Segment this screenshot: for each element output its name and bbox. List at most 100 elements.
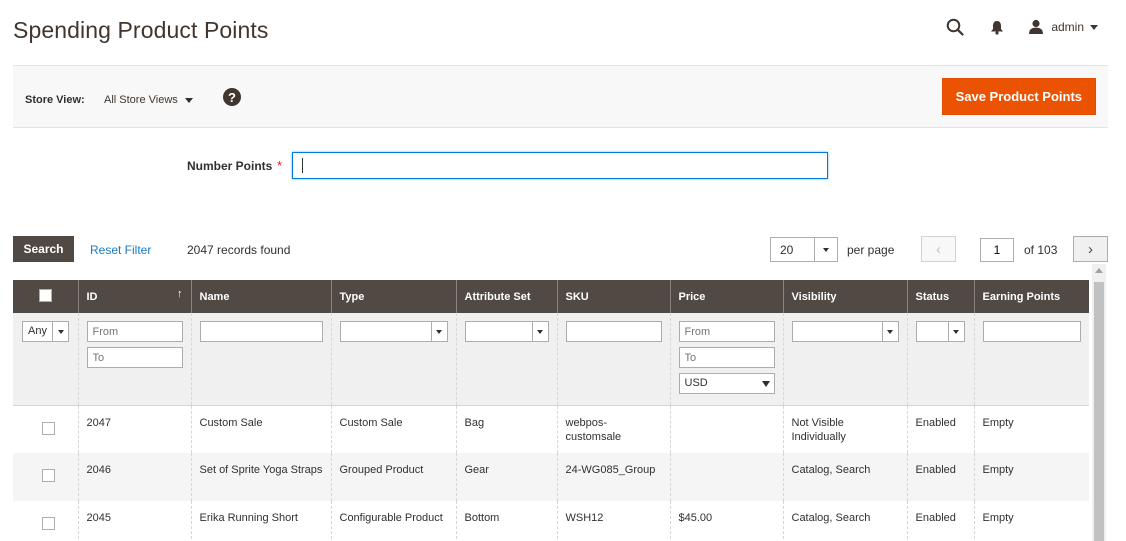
number-points-input[interactable] [292, 152, 828, 179]
next-page-button[interactable]: › [1073, 236, 1108, 262]
filter-visibility-cell [783, 313, 908, 406]
chevron-down-icon [814, 238, 837, 261]
per-page-value: 20 [780, 242, 794, 257]
cell-status: Enabled [907, 501, 975, 541]
bell-icon[interactable] [990, 20, 1004, 35]
filter-type-select[interactable] [339, 321, 448, 342]
cell-status: Enabled [907, 405, 975, 453]
cell-visibility: Not Visible Individually [783, 405, 908, 453]
filter-price-from[interactable] [678, 321, 775, 342]
save-product-points-button[interactable]: Save Product Points [941, 78, 1096, 115]
cell-id: 2046 [78, 453, 192, 501]
filter-name-input[interactable] [199, 321, 323, 342]
column-header-sku[interactable]: SKU [557, 280, 671, 313]
filter-type-cell [331, 313, 457, 406]
table-row[interactable]: 2046 Set of Sprite Yoga Straps Grouped P… [13, 453, 1089, 501]
cell-earning-points: Empty [974, 501, 1089, 541]
chevron-down-icon [881, 322, 898, 341]
select-all-header [13, 280, 79, 313]
page-title: Spending Product Points [13, 17, 269, 43]
filter-attribute-set-cell [456, 313, 558, 406]
filter-price-to[interactable] [678, 347, 775, 368]
row-checkbox[interactable] [42, 469, 55, 482]
user-icon [1028, 19, 1044, 35]
table-row[interactable]: 2045 Erika Running Short Configurable Pr… [13, 501, 1089, 541]
store-view-switcher[interactable]: All Store Views [104, 94, 193, 106]
cell-type: Custom Sale [331, 405, 457, 453]
row-select-cell [13, 501, 79, 541]
cell-visibility: Catalog, Search [783, 501, 908, 541]
cell-price [670, 405, 784, 453]
filter-sku-cell [557, 313, 671, 406]
cell-sku: webpos-customsale [557, 405, 671, 453]
filter-id-cell [78, 313, 192, 406]
cell-earning-points: Empty [974, 405, 1089, 453]
column-header-earning-points[interactable]: Earning Points [974, 280, 1089, 313]
search-icon[interactable] [946, 18, 964, 36]
help-icon[interactable]: ? [223, 88, 241, 106]
chevron-down-icon [430, 322, 447, 341]
column-header-status[interactable]: Status [907, 280, 975, 313]
filter-any-value: Any [28, 325, 47, 337]
admin-menu[interactable]: admin [1028, 19, 1098, 35]
filter-currency-value: USD [684, 377, 708, 389]
reset-filter-link[interactable]: Reset Filter [90, 243, 151, 257]
per-page-select[interactable]: 20 [770, 237, 838, 262]
grid-filter-row: Any From To From To USD [13, 313, 1089, 406]
column-header-id[interactable]: ID ↑ [78, 280, 192, 313]
number-points-label: Number Points [187, 159, 273, 173]
filter-status-select[interactable] [915, 321, 965, 342]
chevron-down-icon [531, 322, 548, 341]
filter-visibility-select[interactable] [791, 321, 899, 342]
filter-price-cell: USD [670, 313, 784, 406]
scroll-up-icon[interactable] [1095, 268, 1103, 273]
column-header-attribute-set[interactable]: Attribute Set [456, 280, 558, 313]
filter-earning-points-cell [974, 313, 1089, 406]
row-checkbox[interactable] [42, 421, 55, 435]
cell-visibility: Catalog, Search [783, 453, 908, 501]
select-all-checkbox[interactable] [39, 288, 52, 302]
store-view-label: Store View: [25, 94, 85, 106]
page-actions-bar: Store View: All Store Views ? Save Produ… [13, 65, 1108, 128]
filter-sku-input[interactable] [565, 321, 662, 342]
column-header-visibility[interactable]: Visibility [783, 280, 908, 313]
filter-earning-points-input[interactable] [982, 321, 1081, 342]
store-view-value: All Store Views [104, 94, 178, 106]
row-select-cell [13, 405, 79, 453]
cell-type: Grouped Product [331, 453, 457, 501]
filter-id-from[interactable] [86, 321, 183, 342]
search-button[interactable]: Search [13, 236, 74, 262]
cell-id: 2045 [78, 501, 192, 541]
column-header-type[interactable]: Type [331, 280, 457, 313]
cell-name: Set of Sprite Yoga Straps [191, 453, 332, 501]
row-checkbox[interactable] [42, 517, 55, 530]
cell-status: Enabled [907, 453, 975, 501]
cell-sku: WSH12 [557, 501, 671, 541]
admin-username: admin [1051, 20, 1084, 34]
filter-attribute-set-select[interactable] [464, 321, 549, 342]
sort-ascending-icon: ↑ [177, 288, 183, 300]
cell-attribute-set: Gear [456, 453, 558, 501]
scroll-thumb[interactable] [1094, 282, 1104, 541]
chevron-down-icon [757, 374, 774, 393]
chevron-down-icon [184, 97, 193, 103]
previous-page-button[interactable]: ‹ [921, 236, 956, 262]
records-found: 2047 records found [187, 243, 291, 257]
per-page-label: per page [847, 243, 895, 257]
filter-any-select[interactable]: Any [22, 321, 69, 342]
chevron-down-icon [52, 322, 68, 341]
grid-scrollbar[interactable] [1092, 264, 1106, 541]
column-header-price[interactable]: Price [670, 280, 784, 313]
chevron-down-icon [1090, 24, 1098, 30]
text-cursor [302, 158, 303, 173]
page-number-input[interactable] [980, 238, 1014, 262]
cell-name: Erika Running Short [191, 501, 332, 541]
cell-sku: 24-WG085_Group [557, 453, 671, 501]
table-row[interactable]: 2047 Custom Sale Custom Sale Bag webpos-… [13, 405, 1089, 453]
filter-name-cell [191, 313, 332, 406]
column-header-name[interactable]: Name [191, 280, 332, 313]
header-actions: admin [946, 18, 1098, 36]
filter-id-to[interactable] [86, 347, 183, 368]
filter-currency-select[interactable]: USD [678, 373, 775, 394]
cell-price: $45.00 [670, 501, 784, 541]
